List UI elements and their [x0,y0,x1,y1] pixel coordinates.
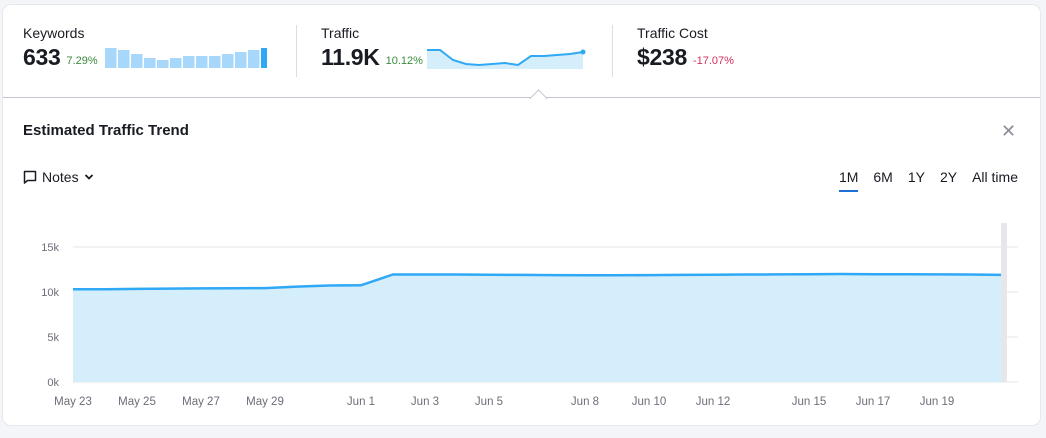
traffic-metric[interactable]: Traffic 11.9K 10.12% [321,25,589,71]
metrics-bar: Keywords 633 7.29% Traffic 11.9K 10.12% … [3,5,1040,98]
y-tick-label: 15k [41,242,59,254]
x-tick-label: Jun 15 [792,396,827,408]
traffic-label: Traffic [321,25,360,41]
period-6m[interactable]: 6M [873,169,892,192]
y-tick-label: 5k [47,332,59,344]
period-selector: 1M 6M 1Y 2Y All time [838,169,1018,192]
keywords-spark-bar [130,54,143,68]
x-tick-label: May 27 [182,396,220,408]
hover-cursor [1001,223,1007,382]
keywords-spark-bar [208,56,221,68]
traffic-widget: Keywords 633 7.29% Traffic 11.9K 10.12% … [3,5,1040,425]
x-tick-label: May 25 [118,396,156,408]
keywords-spark-bar [247,50,260,68]
traffic-trend-chart: 0k 5k 10k 15k May 23 May 25 May 27 May 29 Jun 1 J… [41,223,1018,408]
divider [296,25,297,77]
chevron-down-icon [84,174,93,180]
traffic-area [73,274,1001,382]
traffic-sparkline [426,49,586,69]
period-all-time[interactable]: All time [972,169,1018,192]
x-tick-label: Jun 17 [856,396,891,408]
x-tick-label: Jun 3 [411,396,439,408]
divider [612,25,613,77]
keywords-spark-bar [104,48,117,68]
keywords-spark-bar [117,50,130,68]
keywords-change: 7.29% [66,55,98,67]
x-tick-label: Jun 19 [920,396,955,408]
keywords-spark-bar [169,58,182,68]
close-icon[interactable]: ✕ [1001,121,1016,142]
notes-dropdown[interactable]: Notes [23,169,94,185]
traffic-cost-change: -17.07% [692,55,734,67]
traffic-cost-value: $238 [637,44,687,70]
traffic-cost-metric[interactable]: Traffic Cost $238 -17.07% [637,25,734,71]
x-tick-label: May 23 [54,396,92,408]
keywords-spark-bar [195,56,208,68]
x-tick-label: Jun 1 [347,396,375,408]
keywords-label: Keywords [23,25,85,41]
keywords-value: 633 [23,44,61,70]
keywords-metric[interactable]: Keywords 633 7.29% [23,25,267,71]
keywords-sparkline [104,48,267,68]
notes-icon [23,170,37,184]
traffic-change: 10.12% [385,55,423,67]
y-tick-label: 0k [47,377,59,389]
traffic-spark-area [426,50,583,69]
x-tick-label: Jun 10 [632,396,667,408]
x-tick-label: Jun 8 [571,396,599,408]
x-tick-label: Jun 12 [696,396,731,408]
period-2y[interactable]: 2Y [940,169,957,192]
keywords-spark-bar [221,54,234,68]
keywords-spark-bar [260,48,267,68]
x-tick-label: Jun 5 [475,396,503,408]
notes-label: Notes [42,169,79,185]
traffic-spark-point [580,49,586,55]
traffic-value: 11.9K [321,44,380,70]
period-1y[interactable]: 1Y [908,169,925,192]
keywords-spark-bar [182,56,195,68]
keywords-spark-bar [156,60,169,68]
x-tick-label: May 29 [246,396,284,408]
traffic-cost-label: Traffic Cost [637,25,708,41]
keywords-spark-bar [234,52,247,68]
y-tick-label: 10k [41,287,59,299]
keywords-spark-bar [143,58,156,68]
period-1m[interactable]: 1M [838,169,859,192]
panel-title: Estimated Traffic Trend [23,122,189,139]
